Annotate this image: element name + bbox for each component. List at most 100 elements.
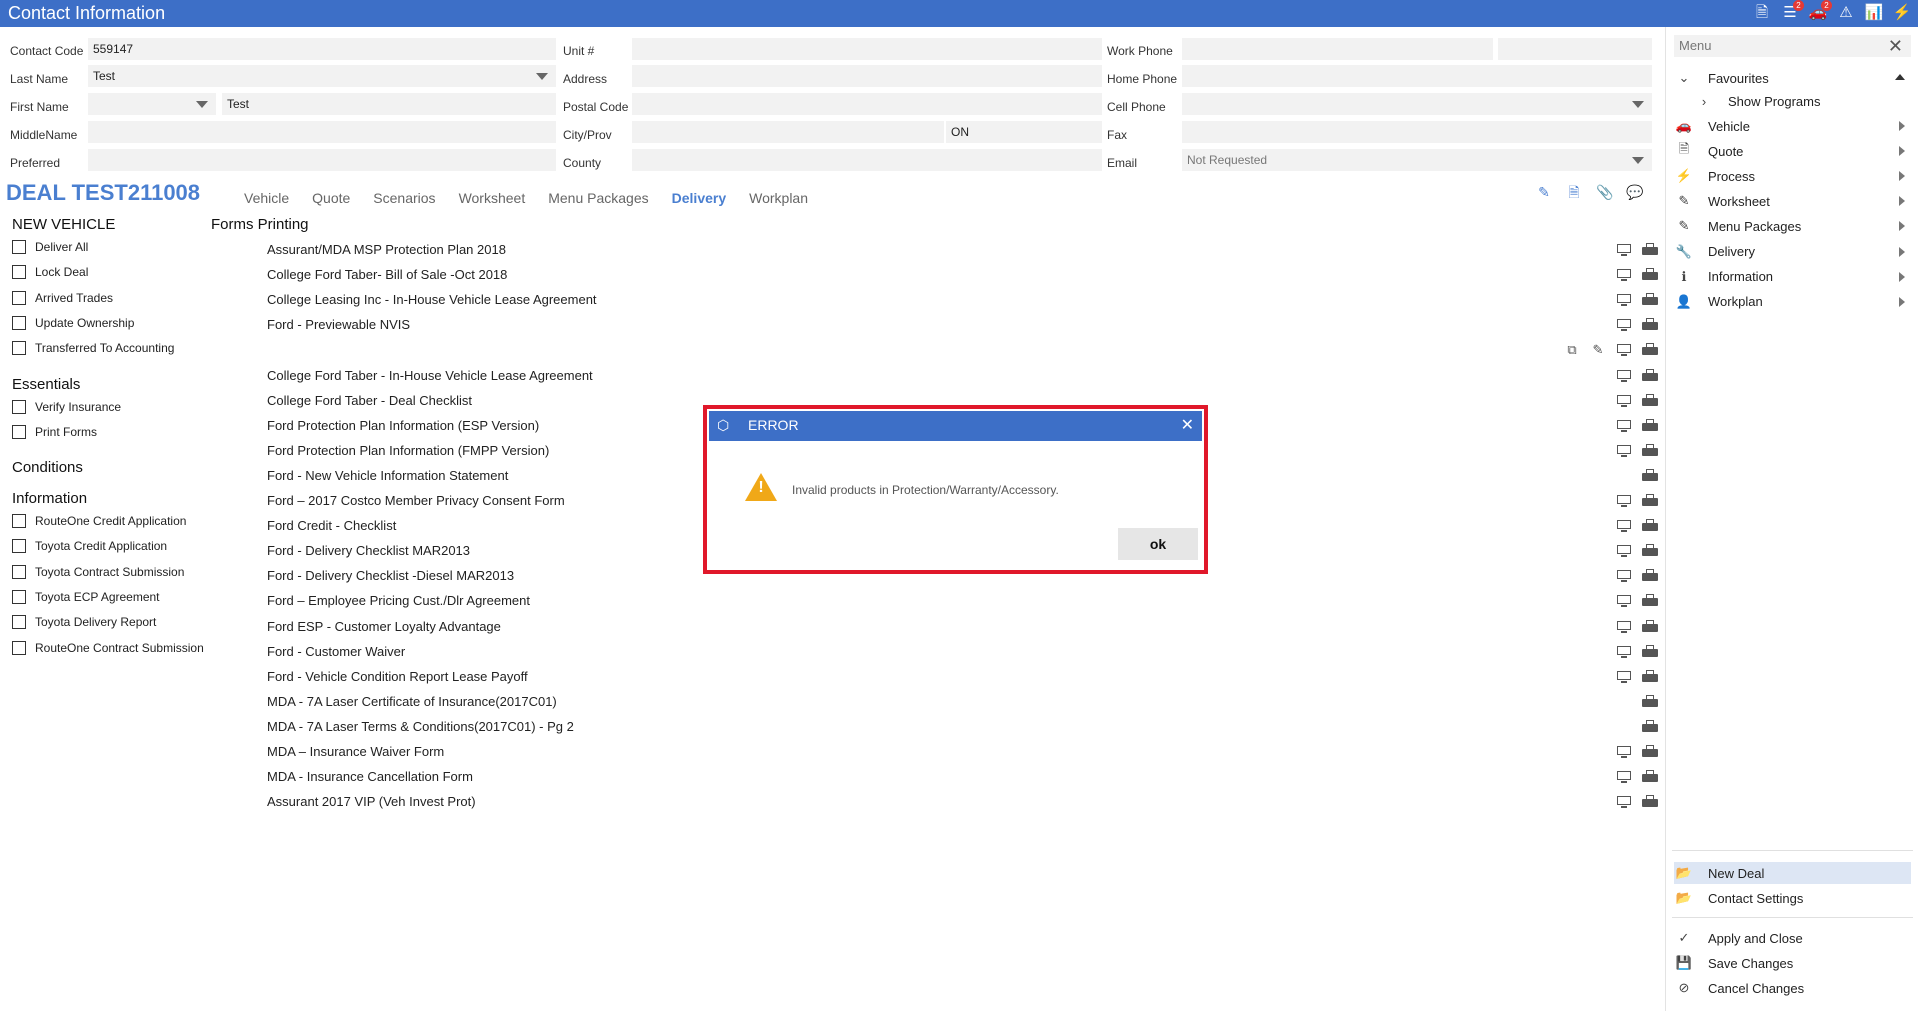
printer-icon[interactable]	[1642, 418, 1658, 433]
printer-icon[interactable]	[1642, 268, 1658, 282]
form-row[interactable]: MDA - 7A Laser Terms & Conditions(2017C0…	[267, 719, 574, 734]
form-row[interactable]: Ford Protection Plan Information (FMPP V…	[267, 443, 549, 458]
form-row[interactable]: Ford – Employee Pricing Cust./Dlr Agreem…	[267, 593, 530, 608]
chevron-down-icon[interactable]	[1632, 157, 1644, 164]
preview-icon[interactable]	[1616, 569, 1632, 583]
preview-icon[interactable]	[1616, 544, 1632, 558]
chevron-down-icon[interactable]	[1632, 101, 1644, 108]
menu-item-quote[interactable]: 🗎 Quote	[1674, 140, 1911, 162]
printer-icon[interactable]	[1642, 318, 1658, 332]
tab-scenarios[interactable]: Scenarios	[373, 190, 435, 206]
preview-icon[interactable]	[1616, 594, 1632, 608]
checkbox[interactable]	[12, 315, 26, 330]
menu-item-process[interactable]: ⚡ Process	[1674, 165, 1911, 187]
form-row[interactable]: Assurant 2017 VIP (Veh Invest Prot)	[267, 794, 476, 809]
collapse-icon[interactable]	[1895, 74, 1905, 80]
checkbox-row[interactable]: Transferred To Accounting	[12, 341, 174, 356]
form-row[interactable]: Ford – 2017 Costco Member Privacy Consen…	[267, 493, 565, 508]
comment-icon[interactable]: 💬	[1626, 184, 1643, 200]
chevron-down-icon[interactable]	[536, 73, 548, 80]
tab-delivery[interactable]: Delivery	[672, 190, 726, 206]
close-icon[interactable]: ✕	[1181, 415, 1194, 435]
printer-icon[interactable]	[1642, 343, 1658, 357]
preview-icon[interactable]	[1616, 494, 1632, 508]
work-phone-field[interactable]	[1182, 38, 1493, 60]
printer-icon[interactable]	[1642, 393, 1658, 408]
printer-icon[interactable]	[1642, 368, 1658, 383]
menu-item-save-changes[interactable]: 💾 Save Changes	[1674, 952, 1911, 974]
menu-search-input[interactable]: Menu ✕	[1674, 35, 1911, 57]
printer-icon[interactable]	[1642, 719, 1658, 734]
tab-menu-packages[interactable]: Menu Packages	[548, 190, 648, 206]
form-row[interactable]: Ford - Vehicle Condition Report Lease Pa…	[267, 669, 528, 684]
contact-code-field[interactable]: 559147	[88, 38, 556, 60]
form-row[interactable]: Ford - Customer Waiver	[267, 644, 405, 659]
printer-icon[interactable]	[1642, 544, 1658, 558]
preview-icon[interactable]	[1616, 770, 1632, 784]
checkbox[interactable]	[12, 425, 26, 440]
menu-favourites[interactable]: ⌄ Favourites	[1674, 67, 1911, 89]
checkbox[interactable]	[12, 341, 26, 356]
postal-code-field[interactable]	[632, 93, 1102, 115]
printer-icon[interactable]	[1642, 619, 1658, 634]
work-phone-ext-field[interactable]	[1498, 38, 1652, 60]
preview-icon[interactable]	[1616, 670, 1632, 684]
form-row[interactable]: Assurant/MDA MSP Protection Plan 2018	[267, 242, 506, 257]
chevron-down-icon[interactable]	[196, 101, 208, 108]
form-row[interactable]: College Ford Taber- Bill of Sale -Oct 20…	[267, 267, 507, 282]
form-row[interactable]: Ford - Previewable NVIS	[267, 317, 410, 332]
form-row[interactable]: Ford - Delivery Checklist -Diesel MAR201…	[267, 568, 514, 583]
middle-name-field[interactable]	[88, 121, 556, 143]
open-file-icon[interactable]: ⧉	[1564, 343, 1580, 357]
checkbox[interactable]	[12, 265, 26, 280]
checkbox[interactable]	[12, 615, 26, 630]
list-icon[interactable]: ☰ 2	[1780, 0, 1804, 23]
province-field[interactable]: ON	[946, 121, 1102, 143]
form-row[interactable]: College Ford Taber - Deal Checklist	[267, 393, 472, 408]
printer-icon[interactable]	[1642, 494, 1658, 508]
menu-item-delivery[interactable]: 🔧 Delivery	[1674, 241, 1911, 263]
checkbox-row[interactable]: Toyota Contract Submission	[12, 564, 184, 579]
checkbox-row[interactable]: RouteOne Credit Application	[12, 514, 186, 528]
form-row[interactable]: Ford Protection Plan Information (ESP Ve…	[267, 418, 539, 433]
menu-item-menu-packages[interactable]: ✎ Menu Packages	[1674, 215, 1911, 237]
printer-icon[interactable]	[1642, 644, 1658, 659]
preview-icon[interactable]	[1616, 318, 1632, 332]
checkbox-row[interactable]: Toyota Credit Application	[12, 539, 167, 554]
checkbox[interactable]	[12, 640, 26, 655]
form-row[interactable]: MDA – Insurance Waiver Form	[267, 744, 444, 759]
preview-icon[interactable]	[1616, 369, 1632, 383]
cell-phone-field[interactable]	[1182, 93, 1652, 115]
printer-icon[interactable]	[1642, 443, 1658, 458]
last-name-field[interactable]: Test	[88, 65, 556, 87]
email-field[interactable]: Not Requested	[1182, 149, 1652, 171]
checkbox[interactable]	[12, 400, 26, 414]
preview-icon[interactable]	[1616, 419, 1632, 433]
preview-icon[interactable]	[1616, 293, 1632, 307]
preview-icon[interactable]	[1616, 268, 1632, 282]
form-row[interactable]: MDA - 7A Laser Certificate of Insurance(…	[267, 694, 557, 709]
checkbox-row[interactable]: RouteOne Contract Submission	[12, 640, 204, 655]
checkbox[interactable]	[12, 589, 26, 604]
printer-icon[interactable]	[1642, 243, 1658, 257]
printer-icon[interactable]	[1642, 569, 1658, 583]
menu-item-apply-and-close[interactable]: ✓ Apply and Close	[1674, 927, 1911, 949]
printer-icon[interactable]	[1642, 468, 1658, 483]
attachment-icon[interactable]: 📎	[1596, 184, 1613, 200]
tag-icon[interactable]: ✎	[1536, 184, 1552, 200]
first-name-field[interactable]: Test	[222, 93, 556, 115]
checkbox-row[interactable]: Verify Insurance	[12, 400, 121, 414]
chart-icon[interactable]: 📊	[1864, 3, 1884, 23]
city-field[interactable]	[632, 121, 944, 143]
checkbox[interactable]	[12, 290, 26, 305]
document-icon[interactable]: 🗎	[1566, 184, 1582, 200]
checkbox-row[interactable]: Update Ownership	[12, 315, 134, 330]
form-row[interactable]: Ford - New Vehicle Information Statement	[267, 468, 508, 483]
form-row[interactable]: College Leasing Inc - In-House Vehicle L…	[267, 292, 597, 307]
tab-quote[interactable]: Quote	[312, 190, 350, 206]
menu-item-vehicle[interactable]: 🚗 Vehicle	[1674, 115, 1911, 137]
preview-icon[interactable]	[1616, 645, 1632, 659]
tab-vehicle[interactable]: Vehicle	[244, 190, 289, 206]
ok-button[interactable]: ok	[1118, 528, 1198, 560]
printer-icon[interactable]	[1642, 745, 1658, 759]
